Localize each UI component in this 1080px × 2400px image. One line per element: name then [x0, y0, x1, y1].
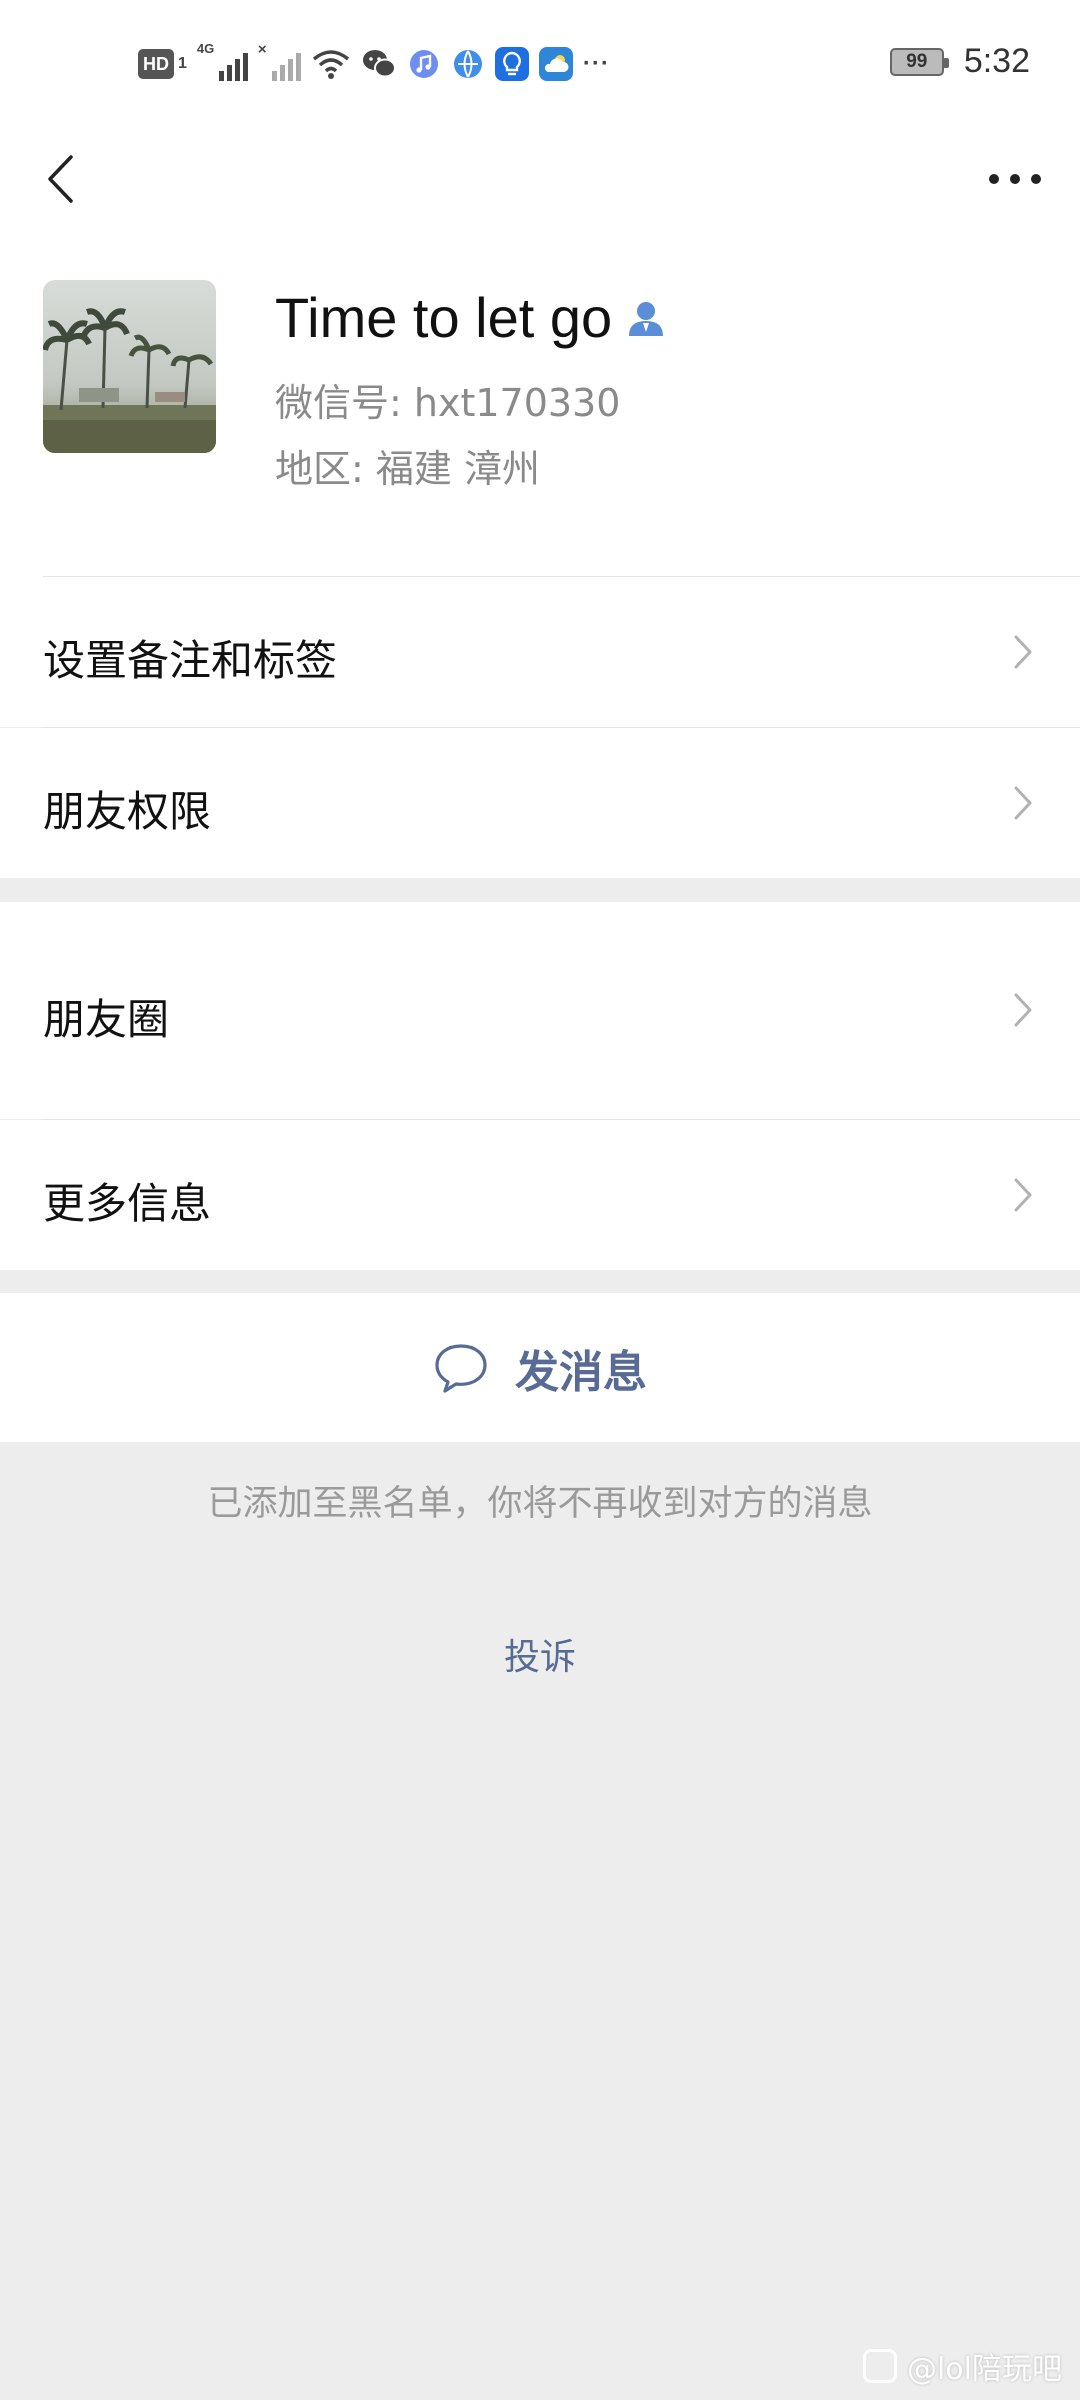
hd-badge: HD — [138, 49, 174, 79]
chat-bubble-icon — [433, 1342, 489, 1394]
wifi-icon — [311, 47, 351, 81]
browser-app-icon — [450, 47, 485, 81]
sim-number: 1 — [178, 55, 187, 72]
bulb-app-icon — [494, 47, 529, 81]
avatar[interactable] — [43, 280, 216, 453]
wechat-icon — [361, 48, 397, 80]
signal-off-icon: × — [258, 41, 301, 81]
status-icons: HD 1 4G × ··· — [138, 41, 610, 84]
weather-app-icon — [538, 47, 573, 81]
profile-card: Time to let go 微信号: hxt170330 地区: 福建 漳州 — [0, 230, 1080, 577]
battery-icon: 99 — [889, 47, 949, 76]
contact-name: Time to let go — [275, 286, 613, 349]
more-notifications-indicator: ··· — [582, 50, 610, 77]
remark-tags-label: 设置备注和标签 — [43, 636, 338, 685]
blacklist-notice: 已添加至黑名单，你将不再收到对方的消息 — [207, 1484, 873, 1524]
watermark-text: @lol陪玩吧 — [906, 2352, 1062, 2387]
nav-bar — [0, 130, 1080, 230]
moments-cell[interactable]: 朋友圈 — [0, 902, 1080, 1119]
more-button[interactable] — [980, 144, 1050, 214]
chevron-right-icon — [1008, 783, 1038, 823]
chevron-right-icon — [1008, 632, 1038, 672]
remark-tags-cell[interactable]: 设置备注和标签 — [0, 577, 1080, 727]
more-info-cell[interactable]: 更多信息 — [0, 1120, 1080, 1270]
more-info-label: 更多信息 — [43, 1179, 212, 1228]
complain-link[interactable]: 投诉 — [0, 1628, 1080, 1680]
watermark-logo-icon — [862, 2349, 897, 2383]
friend-permissions-label: 朋友权限 — [43, 787, 212, 836]
chevron-left-icon — [48, 155, 73, 203]
chevron-right-icon — [1008, 1175, 1038, 1215]
battery-level: 99 — [906, 50, 928, 72]
clock: 5:32 — [963, 42, 1030, 80]
status-bar: HD 1 4G × ··· 99 5:32 — [0, 0, 1080, 130]
music-app-icon — [406, 47, 441, 81]
send-message-button[interactable]: 发消息 — [0, 1293, 1080, 1442]
more-dots-icon — [989, 174, 1041, 184]
watermark: @lol陪玩吧 — [862, 2344, 1062, 2388]
moments-label: 朋友圈 — [43, 995, 170, 1044]
wechat-id: 微信号: hxt170330 — [275, 381, 621, 425]
back-button[interactable] — [30, 144, 90, 214]
network-type: 4G — [196, 41, 215, 56]
signal-icon: 4G — [197, 41, 248, 81]
person-icon — [626, 298, 666, 338]
send-message-label: 发消息 — [515, 1346, 647, 1398]
name-row: Time to let go — [275, 285, 666, 350]
friend-permissions-cell[interactable]: 朋友权限 — [0, 728, 1080, 878]
chevron-right-icon — [1008, 990, 1038, 1030]
region: 地区: 福建 漳州 — [275, 447, 540, 491]
status-right: 99 5:32 — [889, 42, 1030, 81]
